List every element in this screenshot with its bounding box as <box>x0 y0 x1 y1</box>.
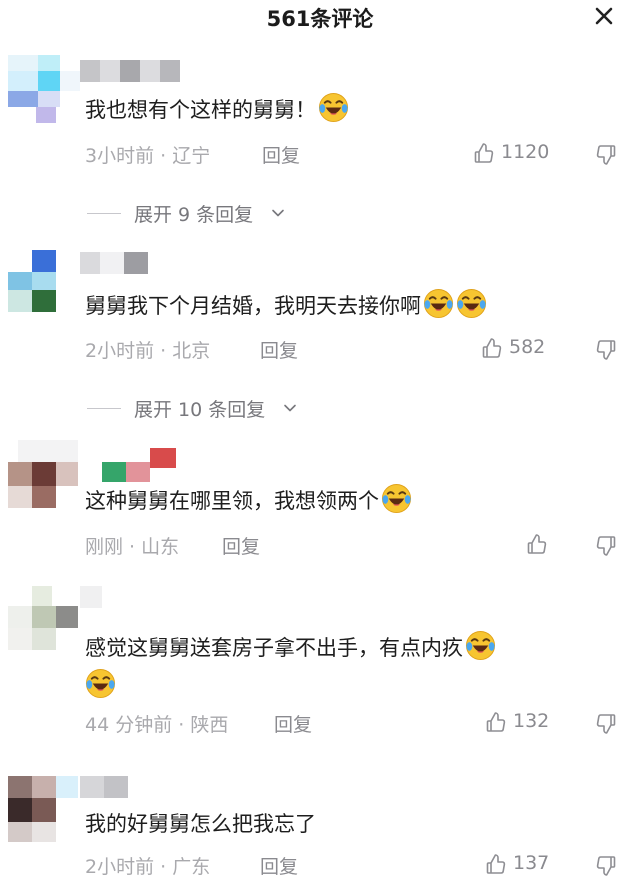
comment-time: 3小时前 <box>85 145 155 167</box>
chevron-down-icon <box>271 206 285 220</box>
thumb-down-icon[interactable] <box>594 854 618 878</box>
comment-location: 广东 <box>172 856 211 878</box>
thumb-down-icon[interactable] <box>594 143 618 167</box>
comments-header: 561条评论 <box>0 0 640 32</box>
comment-meta: 3小时前 · 辽宁 <box>85 145 211 167</box>
avatar[interactable] <box>8 250 88 320</box>
like-count: 1120 <box>501 141 550 163</box>
comment-item: 我的好舅舅怎么把我忘了 2小时前 · 广东 回复 137 <box>0 776 640 882</box>
laughing-crying-emoji-icon <box>381 483 412 514</box>
comment-time: 44 分钟前 <box>85 714 173 736</box>
thumb-down-icon[interactable] <box>594 712 618 736</box>
comment-location: 北京 <box>172 340 211 362</box>
laughing-crying-emoji-icon <box>456 288 487 319</box>
comment-text: 我的好舅舅怎么把我忘了 <box>85 807 600 841</box>
expand-replies-button[interactable]: 展开 10 条回复 <box>87 395 317 421</box>
comment-item: 舅舅我下个月结婚，我明天去接你啊 2小时前 · 北京 回复 582 <box>0 250 640 385</box>
reply-button[interactable]: 回复 <box>260 852 298 879</box>
avatar[interactable] <box>8 440 88 510</box>
username-blurred[interactable] <box>80 60 180 84</box>
divider-dash <box>87 408 121 409</box>
thumb-up-icon <box>484 710 508 734</box>
like-count: 137 <box>513 852 550 874</box>
like-button[interactable]: 137 <box>484 850 564 880</box>
expand-replies-label: 展开 10 条回复 <box>134 399 266 421</box>
like-button[interactable]: 582 <box>480 334 560 364</box>
comment-item: 这种舅舅在哪里领，我想领两个 刚刚 · 山东 回复 <box>0 440 640 570</box>
like-button[interactable]: 132 <box>484 708 564 738</box>
like-button[interactable] <box>525 530 555 560</box>
thumb-up-icon <box>480 336 504 360</box>
like-count: 132 <box>513 710 550 732</box>
thumb-up-icon <box>525 532 549 556</box>
thumb-up-icon <box>484 852 508 876</box>
comment-item: 感觉这舅舅送套房子拿不出手，有点内疚 44 分钟前 · 陕西 回复 132 <box>0 586 640 746</box>
chevron-down-icon <box>283 401 297 415</box>
laughing-crying-emoji-icon <box>423 288 454 319</box>
expand-replies-label: 展开 9 条回复 <box>134 204 254 226</box>
comment-meta: 44 分钟前 · 陕西 <box>85 714 229 736</box>
username-blurred[interactable] <box>80 776 130 800</box>
comment-text: 舅舅我下个月结婚，我明天去接你啊 <box>85 288 600 323</box>
reply-button[interactable]: 回复 <box>260 336 298 363</box>
avatar[interactable] <box>8 586 88 656</box>
comment-location: 辽宁 <box>172 145 211 167</box>
comment-location: 陕西 <box>190 714 229 736</box>
comment-time: 2小时前 <box>85 856 155 878</box>
username-blurred[interactable] <box>80 252 150 276</box>
comment-text-content: 这种舅舅在哪里领，我想领两个 <box>85 489 379 513</box>
comment-text: 我也想有个这样的舅舅！ <box>85 92 600 127</box>
thumb-down-icon[interactable] <box>594 338 618 362</box>
like-count: 582 <box>509 336 546 358</box>
comment-text-content: 舅舅我下个月结婚，我明天去接你啊 <box>85 294 421 318</box>
comment-time: 2小时前 <box>85 340 155 362</box>
close-icon[interactable] <box>592 4 616 28</box>
comment-text-content: 我也想有个这样的舅舅！ <box>85 98 316 122</box>
like-button[interactable]: 1120 <box>472 139 562 169</box>
thumb-down-icon[interactable] <box>594 534 618 558</box>
laughing-crying-emoji-icon <box>318 92 349 123</box>
comment-meta: 2小时前 · 北京 <box>85 340 211 362</box>
comment-meta: 2小时前 · 广东 <box>85 856 211 878</box>
comment-meta: 刚刚 · 山东 <box>85 536 180 558</box>
laughing-crying-emoji-icon <box>85 668 116 699</box>
reply-button[interactable]: 回复 <box>222 532 260 559</box>
comment-text-content: 我的好舅舅怎么把我忘了 <box>85 812 316 836</box>
comment-text: 这种舅舅在哪里领，我想领两个 <box>85 483 600 518</box>
comment-time: 刚刚 <box>85 536 124 558</box>
avatar[interactable] <box>8 55 88 125</box>
laughing-crying-emoji-icon <box>465 630 496 661</box>
comment-text-content: 感觉这舅舅送套房子拿不出手，有点内疚 <box>85 636 463 660</box>
comment-count-title: 561条评论 <box>266 7 374 31</box>
username-blurred[interactable] <box>80 586 110 610</box>
thumb-up-icon <box>472 141 496 165</box>
comment-item: 我也想有个这样的舅舅！ 3小时前 · 辽宁 回复 1120 <box>0 55 640 190</box>
reply-button[interactable]: 回复 <box>274 710 312 737</box>
reply-button[interactable]: 回复 <box>262 141 300 168</box>
avatar[interactable] <box>8 776 88 846</box>
comment-text: 感觉这舅舅送套房子拿不出手，有点内疚 <box>85 629 595 705</box>
divider-dash <box>87 213 121 214</box>
expand-replies-button[interactable]: 展开 9 条回复 <box>87 200 307 226</box>
username-blurred[interactable] <box>102 448 182 482</box>
comment-location: 山东 <box>141 536 180 558</box>
